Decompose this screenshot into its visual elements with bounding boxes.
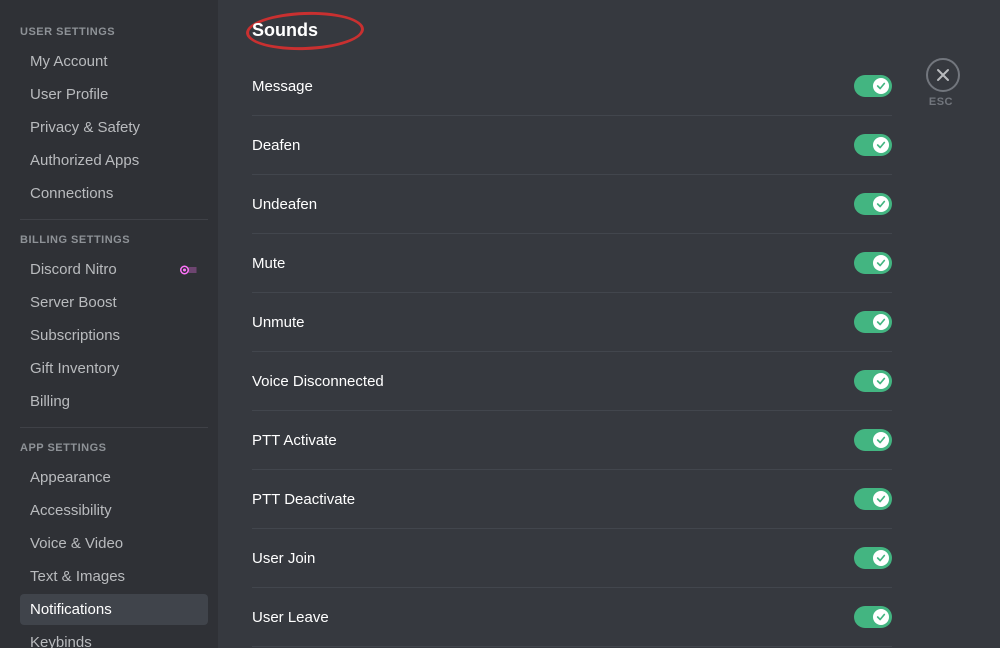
sidebar-item-accessibility[interactable]: Accessibility: [20, 495, 208, 526]
toggle-user-join[interactable]: [854, 547, 892, 569]
settings-sidebar: USER SETTINGS My Account User Profile Pr…: [0, 0, 218, 648]
check-icon: [876, 199, 886, 209]
sidebar-item-label: Privacy & Safety: [30, 119, 140, 136]
sidebar-item-voice-video[interactable]: Voice & Video: [20, 528, 208, 559]
toggle-knob: [873, 314, 889, 330]
toggle-knob: [873, 78, 889, 94]
sidebar-item-label: Server Boost: [30, 294, 117, 311]
sidebar-item-label: Discord Nitro: [30, 261, 117, 278]
check-icon: [876, 258, 886, 268]
setting-label: Voice Disconnected: [252, 373, 384, 390]
setting-row-unmute: Unmute: [252, 293, 892, 352]
sidebar-item-text-images[interactable]: Text & Images: [20, 561, 208, 592]
setting-row-ptt-deactivate: PTT Deactivate: [252, 470, 892, 529]
divider: [20, 427, 208, 428]
sidebar-item-label: Text & Images: [30, 568, 125, 585]
sidebar-item-label: Billing: [30, 393, 70, 410]
sidebar-item-label: Voice & Video: [30, 535, 123, 552]
esc-label: ESC: [929, 96, 953, 108]
setting-label: User Leave: [252, 609, 329, 626]
sidebar-item-label: Gift Inventory: [30, 360, 119, 377]
check-icon: [876, 140, 886, 150]
sidebar-item-label: Connections: [30, 185, 113, 202]
sidebar-item-discord-nitro[interactable]: Discord Nitro: [20, 254, 208, 285]
setting-row-user-leave: User Leave: [252, 588, 892, 647]
check-icon: [876, 494, 886, 504]
main-content: Sounds Message Deafen Undeafen Mute Unmu…: [218, 0, 1000, 648]
sidebar-item-privacy-safety[interactable]: Privacy & Safety: [20, 112, 208, 143]
setting-label: Deafen: [252, 137, 300, 154]
sidebar-item-notifications[interactable]: Notifications: [20, 594, 208, 625]
sidebar-item-billing[interactable]: Billing: [20, 386, 208, 417]
nitro-icon: [180, 264, 198, 276]
sidebar-item-label: Accessibility: [30, 502, 112, 519]
section-header-user: USER SETTINGS: [20, 20, 208, 44]
toggle-ptt-deactivate[interactable]: [854, 488, 892, 510]
close-icon: [935, 67, 951, 83]
sidebar-item-connections[interactable]: Connections: [20, 178, 208, 209]
sidebar-item-label: My Account: [30, 53, 108, 70]
divider: [20, 219, 208, 220]
check-icon: [876, 553, 886, 563]
setting-label: Undeafen: [252, 196, 317, 213]
sidebar-item-gift-inventory[interactable]: Gift Inventory: [20, 353, 208, 384]
toggle-knob: [873, 609, 889, 625]
setting-row-ptt-activate: PTT Activate: [252, 411, 892, 470]
sidebar-item-subscriptions[interactable]: Subscriptions: [20, 320, 208, 351]
toggle-knob: [873, 196, 889, 212]
sidebar-item-label: Notifications: [30, 601, 112, 618]
sidebar-item-keybinds[interactable]: Keybinds: [20, 627, 208, 648]
sidebar-item-label: Keybinds: [30, 634, 92, 648]
toggle-knob: [873, 255, 889, 271]
setting-row-message: Message: [252, 57, 892, 116]
toggle-ptt-activate[interactable]: [854, 429, 892, 451]
check-icon: [876, 435, 886, 445]
section-header-app: APP SETTINGS: [20, 436, 208, 460]
sidebar-item-user-profile[interactable]: User Profile: [20, 79, 208, 110]
toggle-mute[interactable]: [854, 252, 892, 274]
setting-label: PTT Deactivate: [252, 491, 355, 508]
toggle-knob: [873, 550, 889, 566]
toggle-knob: [873, 373, 889, 389]
page-title: Sounds: [252, 20, 318, 41]
setting-label: Message: [252, 78, 313, 95]
setting-label: PTT Activate: [252, 432, 337, 449]
setting-row-deafen: Deafen: [252, 116, 892, 175]
sidebar-item-my-account[interactable]: My Account: [20, 46, 208, 77]
setting-label: User Join: [252, 550, 315, 567]
setting-row-voice-disconnected: Voice Disconnected: [252, 352, 892, 411]
toggle-knob: [873, 432, 889, 448]
setting-label: Mute: [252, 255, 285, 272]
toggle-unmute[interactable]: [854, 311, 892, 333]
sidebar-item-authorized-apps[interactable]: Authorized Apps: [20, 145, 208, 176]
setting-row-user-join: User Join: [252, 529, 892, 588]
setting-row-undeafen: Undeafen: [252, 175, 892, 234]
sidebar-item-label: Authorized Apps: [30, 152, 139, 169]
toggle-knob: [873, 491, 889, 507]
setting-label: Unmute: [252, 314, 305, 331]
close-button[interactable]: [926, 58, 960, 92]
sidebar-item-server-boost[interactable]: Server Boost: [20, 287, 208, 318]
toggle-undeafen[interactable]: [854, 193, 892, 215]
toggle-user-leave[interactable]: [854, 606, 892, 628]
sidebar-item-appearance[interactable]: Appearance: [20, 462, 208, 493]
toggle-knob: [873, 137, 889, 153]
toggle-voice-disconnected[interactable]: [854, 370, 892, 392]
sidebar-item-label: User Profile: [30, 86, 108, 103]
check-icon: [876, 81, 886, 91]
setting-row-mute: Mute: [252, 234, 892, 293]
sidebar-item-label: Appearance: [30, 469, 111, 486]
check-icon: [876, 612, 886, 622]
check-icon: [876, 317, 886, 327]
section-header-billing: BILLING SETTINGS: [20, 228, 208, 252]
toggle-message[interactable]: [854, 75, 892, 97]
check-icon: [876, 376, 886, 386]
sidebar-item-label: Subscriptions: [30, 327, 120, 344]
toggle-deafen[interactable]: [854, 134, 892, 156]
